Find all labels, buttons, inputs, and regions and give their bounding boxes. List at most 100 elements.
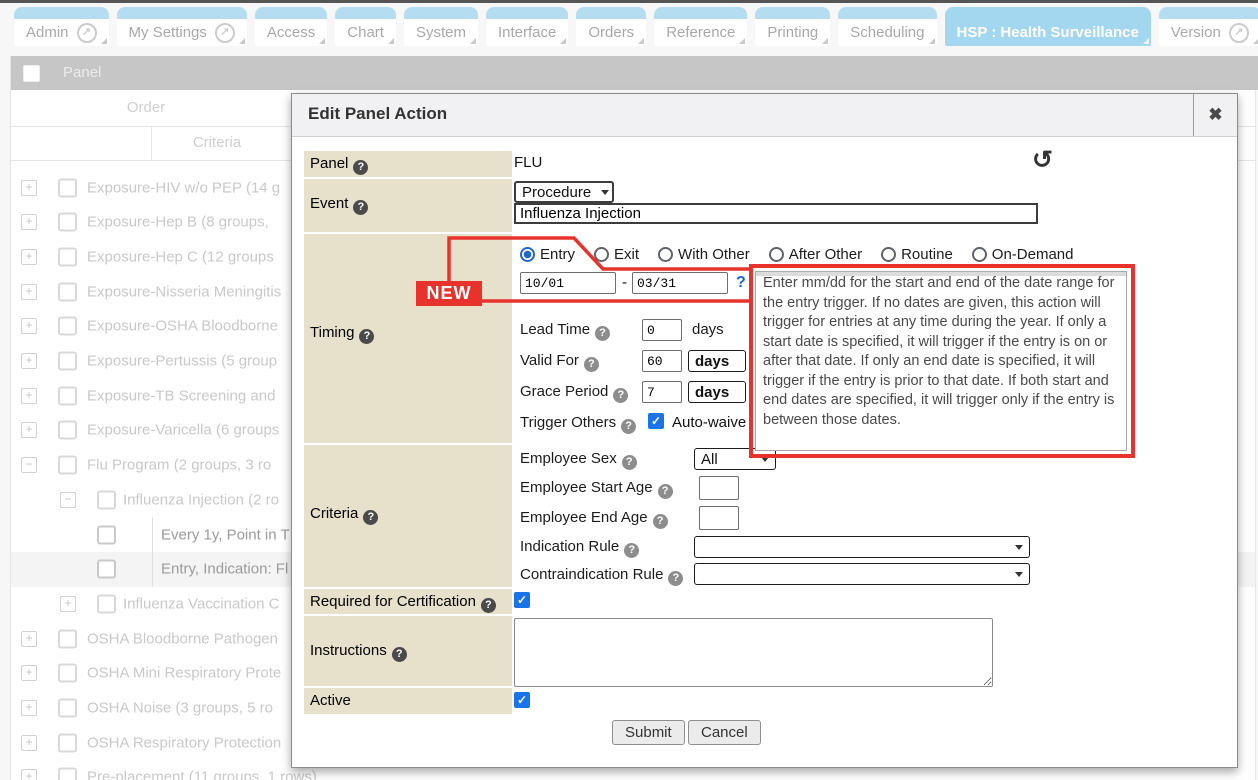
timing-radio-option[interactable]: With Other <box>658 246 750 263</box>
row-checkbox[interactable] <box>97 525 116 544</box>
nav-tab[interactable]: Reference <box>654 7 747 46</box>
expand-icon[interactable]: + <box>21 353 37 369</box>
question-icon[interactable]: ? <box>353 200 368 215</box>
tree-row-label[interactable]: Exposure-Hep C (12 groups <box>87 248 274 265</box>
row-checkbox[interactable] <box>58 699 77 718</box>
history-icon[interactable]: ↺ <box>1032 148 1053 173</box>
timing-radio-option[interactable]: Entry <box>520 246 575 263</box>
expand-icon[interactable]: + <box>21 284 37 300</box>
question-icon[interactable]: ? <box>595 326 610 341</box>
date-end-input[interactable] <box>632 272 728 294</box>
question-icon[interactable]: ? <box>653 514 668 529</box>
nav-tab[interactable]: HSP : Health Surveillance <box>945 7 1151 46</box>
timing-radio-option[interactable]: On-Demand <box>972 246 1074 263</box>
question-icon[interactable]: ? <box>668 571 683 586</box>
tree-row-label[interactable]: OSHA Bloodborne Pathogen <box>87 630 278 647</box>
submit-button[interactable]: Submit <box>612 720 685 745</box>
row-checkbox[interactable] <box>58 178 77 197</box>
tree-row-label[interactable]: OSHA Mini Respiratory Prote <box>87 665 281 682</box>
nav-tab[interactable]: Orders <box>576 7 646 46</box>
row-checkbox[interactable] <box>97 594 116 613</box>
tree-row-label[interactable]: Pre-placement (11 groups, 1 rows) <box>87 769 317 780</box>
grace-period-input[interactable] <box>642 381 682 403</box>
nav-tab[interactable]: Interface <box>486 7 568 46</box>
select-all-checkbox[interactable] <box>23 65 40 82</box>
row-checkbox[interactable] <box>58 456 77 475</box>
question-icon[interactable]: ? <box>613 388 628 403</box>
tree-row-label[interactable]: Exposure-Pertussis (5 group <box>87 353 277 370</box>
nav-tab[interactable]: Printing <box>755 7 830 46</box>
grace-period-unit-select[interactable]: days <box>688 381 746 403</box>
row-checkbox[interactable] <box>97 560 116 579</box>
question-icon[interactable]: ? <box>363 510 378 525</box>
question-icon[interactable]: ? <box>584 357 599 372</box>
tree-row-label[interactable]: Entry, Indication: Fl <box>161 561 288 578</box>
timing-radio-option[interactable]: Exit <box>594 246 639 263</box>
question-icon[interactable]: ? <box>658 484 673 499</box>
tree-row-label[interactable]: Influenza Vaccination C <box>123 595 279 612</box>
nav-tab[interactable]: Access <box>255 7 327 46</box>
tree-row-label[interactable]: Influenza Injection (2 ro <box>123 491 279 508</box>
employee-sex-select[interactable]: All <box>694 448 776 470</box>
date-start-input[interactable] <box>520 272 616 294</box>
row-checkbox[interactable] <box>58 213 77 232</box>
contraindication-rule-select[interactable] <box>694 563 1030 585</box>
expand-icon[interactable]: + <box>21 631 37 647</box>
tree-row-label[interactable]: Exposure-Hep B (8 groups, <box>87 214 269 231</box>
question-icon[interactable]: ? <box>622 455 637 470</box>
tree-row-label[interactable]: Exposure-OSHA Bloodborne <box>87 318 278 335</box>
event-type-select[interactable]: Procedure <box>514 181 614 203</box>
expand-icon[interactable]: + <box>21 318 37 334</box>
required-cert-checkbox[interactable]: ✓ <box>514 592 530 608</box>
expand-icon[interactable]: + <box>21 214 37 230</box>
row-checkbox[interactable] <box>58 629 77 648</box>
employee-end-age-input[interactable] <box>699 506 739 530</box>
nav-tab[interactable]: My Settings ↗ <box>117 7 247 46</box>
valid-for-unit-select[interactable]: days <box>688 350 746 372</box>
tree-row-label[interactable]: OSHA Respiratory Protection <box>87 734 281 751</box>
radio-icon[interactable] <box>520 247 535 262</box>
tree-row-label[interactable]: OSHA Noise (3 groups, 5 ro <box>87 700 273 717</box>
row-checkbox[interactable] <box>58 317 77 336</box>
question-icon[interactable]: ? <box>359 329 374 344</box>
nav-tab[interactable]: Admin ↗ <box>14 7 109 46</box>
expand-icon[interactable]: + <box>21 388 37 404</box>
question-icon[interactable]: ? <box>392 647 407 662</box>
tree-row-label[interactable]: Exposure-TB Screening and <box>87 387 275 404</box>
valid-for-input[interactable] <box>642 350 682 372</box>
radio-icon[interactable] <box>769 247 784 262</box>
row-checkbox[interactable] <box>58 421 77 440</box>
radio-icon[interactable] <box>972 247 987 262</box>
expand-icon[interactable]: + <box>21 665 37 681</box>
close-icon[interactable]: ✖ <box>1193 94 1237 136</box>
indication-rule-select[interactable] <box>694 536 1030 558</box>
radio-icon[interactable] <box>594 247 609 262</box>
expand-icon[interactable]: + <box>21 249 37 265</box>
question-icon[interactable]: ? <box>624 543 639 558</box>
question-icon[interactable]: ? <box>481 598 496 613</box>
expand-icon[interactable]: + <box>60 596 76 612</box>
nav-tab[interactable]: Version ↗ <box>1159 7 1258 46</box>
row-checkbox[interactable] <box>58 664 77 683</box>
external-link-icon[interactable]: ↗ <box>215 23 235 43</box>
row-checkbox[interactable] <box>58 733 77 752</box>
external-link-icon[interactable]: ↗ <box>1229 23 1249 43</box>
nav-tab[interactable]: Scheduling <box>838 7 936 46</box>
expand-icon[interactable]: + <box>21 422 37 438</box>
tree-row-label[interactable]: Exposure-Nisseria Meningitis <box>87 283 281 300</box>
row-checkbox[interactable] <box>58 386 77 405</box>
date-help-icon[interactable]: ? <box>736 274 746 292</box>
nav-tab[interactable]: System <box>404 7 478 46</box>
expand-icon[interactable]: − <box>60 492 76 508</box>
cancel-button[interactable]: Cancel <box>688 720 761 745</box>
expand-icon[interactable]: + <box>21 180 37 196</box>
expand-icon[interactable]: + <box>21 700 37 716</box>
row-checkbox[interactable] <box>58 768 77 780</box>
employee-start-age-input[interactable] <box>699 476 739 500</box>
external-link-icon[interactable]: ↗ <box>77 23 97 43</box>
trigger-others-checkbox[interactable]: ✓ <box>648 413 664 429</box>
tree-row-label[interactable]: Exposure-HIV w/o PEP (14 g <box>87 179 280 196</box>
expand-icon[interactable]: + <box>21 769 37 780</box>
active-checkbox[interactable]: ✓ <box>514 692 530 708</box>
question-icon[interactable]: ? <box>621 419 636 434</box>
